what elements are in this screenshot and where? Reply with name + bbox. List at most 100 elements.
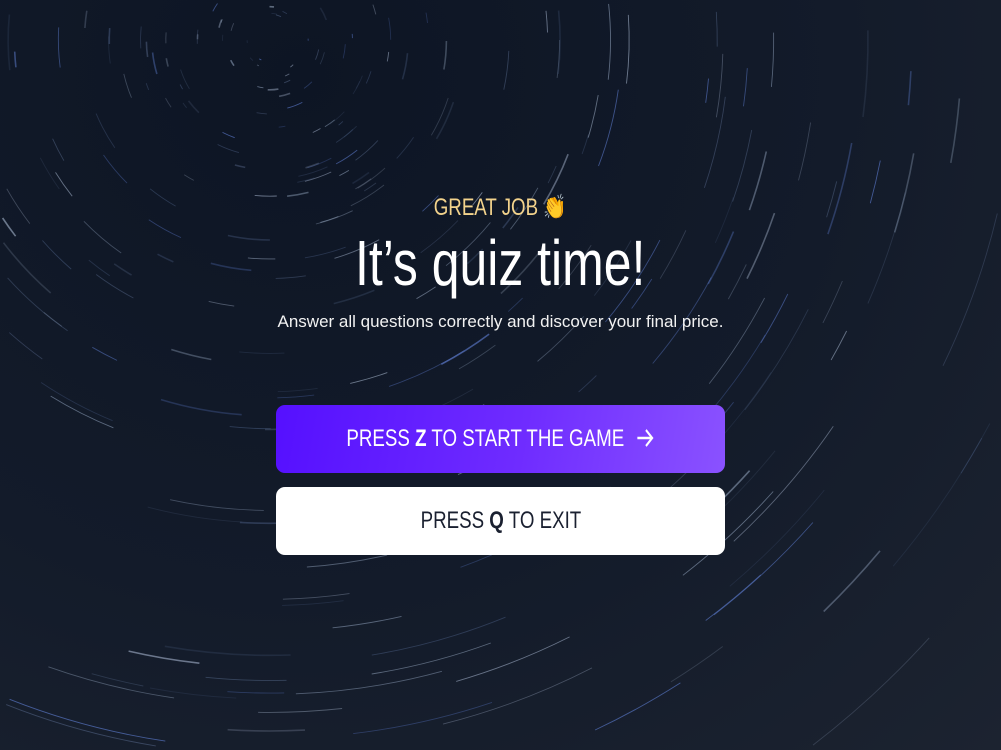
star-trail xyxy=(443,40,448,70)
star-trail xyxy=(723,372,772,435)
star-trail xyxy=(229,59,235,67)
star-trail xyxy=(7,14,11,71)
star-trail xyxy=(547,165,557,184)
star-trail xyxy=(440,333,490,366)
star-trail xyxy=(256,64,260,67)
star-trail xyxy=(290,64,294,68)
star-trail xyxy=(164,645,291,657)
star-trail xyxy=(6,704,156,747)
star-trail xyxy=(84,10,88,29)
star-trail xyxy=(388,17,392,40)
star-trail xyxy=(303,81,313,89)
star-trail xyxy=(770,32,775,87)
star-trail xyxy=(249,57,254,61)
star-trail xyxy=(227,728,306,732)
arrow-right-icon xyxy=(636,425,655,452)
star-trail xyxy=(353,701,493,735)
star-trail xyxy=(258,708,343,713)
star-trail xyxy=(365,71,372,84)
star-trail xyxy=(229,426,271,430)
star-trail xyxy=(743,68,748,107)
star-trail xyxy=(798,122,812,181)
star-trail xyxy=(9,698,166,742)
star-trail xyxy=(733,425,834,542)
star-trail xyxy=(282,593,350,600)
star-trail xyxy=(703,96,726,188)
star-trail xyxy=(160,398,242,416)
star-trail xyxy=(371,616,506,656)
star-trail xyxy=(306,554,388,568)
star-trail xyxy=(275,14,282,18)
star-trail xyxy=(456,636,570,682)
star-trail xyxy=(598,89,619,167)
star-trail xyxy=(812,637,930,746)
star-trail xyxy=(180,69,190,90)
star-trail xyxy=(312,128,321,133)
star-trail xyxy=(40,382,113,422)
star-trail xyxy=(183,174,195,181)
star-trail xyxy=(171,348,212,361)
star-trail xyxy=(587,95,599,138)
star-trail xyxy=(151,52,158,75)
star-trail xyxy=(298,166,328,177)
star-trail xyxy=(267,88,279,91)
star-trail xyxy=(205,676,287,681)
star-trail xyxy=(9,332,43,360)
star-trail xyxy=(315,49,320,60)
star-trails-background xyxy=(1,3,998,747)
star-trail xyxy=(626,14,630,84)
star-trail xyxy=(95,113,116,148)
star-trail xyxy=(705,574,762,621)
star-trail xyxy=(182,102,187,109)
star-trail xyxy=(371,642,491,675)
star-trail xyxy=(92,346,118,361)
star-trail xyxy=(208,300,235,307)
star-trail xyxy=(503,50,510,90)
subtitle: Answer all questions correctly and disco… xyxy=(277,312,724,331)
star-trail xyxy=(147,506,243,523)
star-trail xyxy=(48,666,175,699)
star-trail xyxy=(705,78,709,103)
star-trail xyxy=(430,97,449,136)
star-trail xyxy=(145,41,149,58)
star-trail xyxy=(282,10,288,15)
star-trail xyxy=(305,162,320,169)
star-trail xyxy=(581,134,589,155)
star-trail xyxy=(91,673,144,687)
eyebrow-label: GREAT JOB 👏 xyxy=(434,194,567,221)
star-trail xyxy=(128,650,200,664)
star-trail xyxy=(179,84,183,90)
start-game-button[interactable]: PRESS Z TO START THE GAME xyxy=(276,405,725,473)
page-title: It’s quiz time! xyxy=(355,227,646,299)
star-trail xyxy=(170,499,264,511)
star-trail xyxy=(355,140,379,161)
star-trail xyxy=(278,125,286,128)
star-trail xyxy=(319,52,325,65)
star-trail xyxy=(295,670,443,695)
star-trail xyxy=(239,351,285,354)
star-trail xyxy=(52,138,65,161)
star-trail xyxy=(140,26,142,49)
clapping-hands-icon: 👏 xyxy=(543,194,567,221)
star-trail xyxy=(187,100,200,114)
exit-button[interactable]: PRESS Q TO EXIT xyxy=(276,487,725,555)
star-trail xyxy=(227,691,285,694)
star-trail xyxy=(50,395,114,429)
star-trail xyxy=(670,646,723,683)
star-trail xyxy=(425,12,428,23)
star-trail xyxy=(372,4,377,15)
star-trail xyxy=(256,112,267,115)
star-trail xyxy=(343,125,357,138)
star-trail xyxy=(165,97,172,108)
star-trail xyxy=(339,170,350,177)
star-trail xyxy=(708,297,765,384)
star-trail xyxy=(607,3,611,80)
star-trail xyxy=(278,92,291,98)
star-trail xyxy=(594,682,681,731)
star-trail xyxy=(715,53,724,118)
star-trail xyxy=(442,667,593,725)
star-trail xyxy=(335,149,358,165)
star-trail xyxy=(396,137,414,159)
star-trail xyxy=(222,131,235,139)
star-trail xyxy=(338,121,344,126)
